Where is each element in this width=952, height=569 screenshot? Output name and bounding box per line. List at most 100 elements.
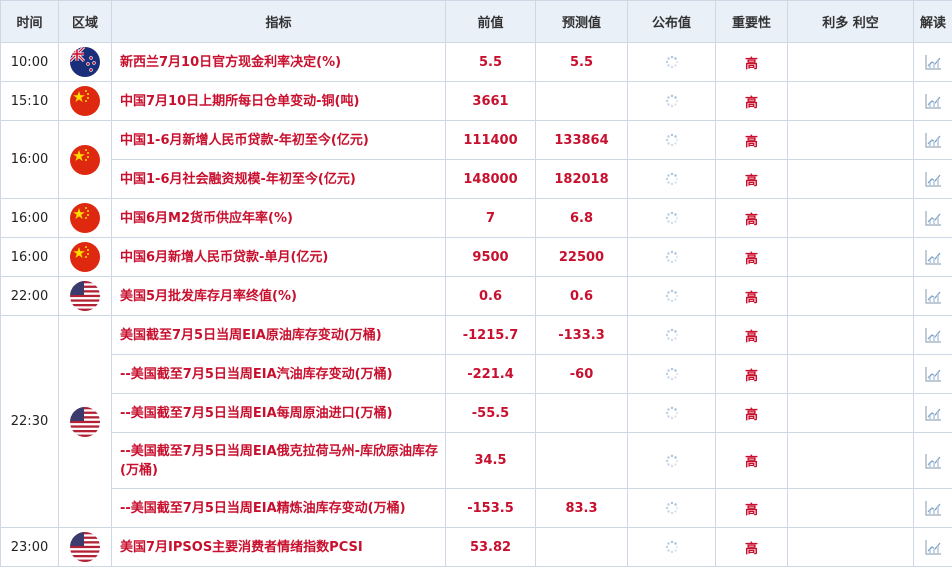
chart-analysis-icon[interactable] [924, 404, 942, 422]
chart-analysis-icon[interactable] [924, 53, 942, 71]
chart-analysis-icon[interactable] [924, 248, 942, 266]
row-actual [627, 42, 716, 82]
row-analysis[interactable] [913, 159, 952, 199]
flag-cn-icon [70, 86, 100, 116]
row-prev: 0.6 [445, 276, 536, 316]
row-bull-bear [787, 527, 914, 567]
flag-cn-icon [70, 203, 100, 233]
row-actual [627, 354, 716, 394]
loading-spinner-icon [665, 94, 679, 108]
chart-analysis-icon[interactable] [924, 92, 942, 110]
loading-spinner-icon [665, 211, 679, 225]
chart-analysis-icon[interactable] [924, 365, 942, 383]
chart-analysis-icon[interactable] [924, 452, 942, 470]
row-prev: 9500 [445, 237, 536, 277]
loading-spinner-icon [665, 250, 679, 264]
row-analysis[interactable] [913, 315, 952, 355]
row-prev: 7 [445, 198, 536, 238]
loading-spinner-icon [665, 367, 679, 381]
row-actual [627, 237, 716, 277]
header-time: 时间 [0, 0, 59, 43]
chart-analysis-icon[interactable] [924, 209, 942, 227]
row-analysis[interactable] [913, 237, 952, 277]
row-actual [627, 393, 716, 433]
row-forecast: 83.3 [535, 488, 628, 528]
row-analysis[interactable] [913, 527, 952, 567]
row-importance: 高 [715, 42, 788, 82]
row-analysis[interactable] [913, 81, 952, 121]
row-indicator: --美国截至7月5日当周EIA汽油库存变动(万桶) [111, 354, 446, 394]
row-analysis[interactable] [913, 120, 952, 160]
row-importance: 高 [715, 432, 788, 489]
flag-cn-icon [70, 144, 100, 175]
header-bull-bear: 利多 利空 [787, 0, 914, 43]
loading-spinner-icon [665, 501, 679, 515]
header-row: 时间 区域 指标 前值 预测值 公布值 重要性 利多 利空 解读 [0, 0, 952, 43]
row-bull-bear [787, 159, 914, 199]
loading-spinner-icon [665, 55, 679, 69]
row-actual [627, 159, 716, 199]
row-prev: 53.82 [445, 527, 536, 567]
row-analysis[interactable] [913, 432, 952, 489]
row-indicator: 美国5月批发库存月率终值(%) [111, 276, 446, 316]
row-bull-bear [787, 315, 914, 355]
row-prev: -221.4 [445, 354, 536, 394]
table-row: --美国截至7月5日当周EIA每周原油进口(万桶) -55.5 高 [1, 393, 952, 433]
table-row: 16:00 中国6月新增人民币贷款-单月(亿元) 9500 22500 高 [0, 237, 952, 277]
row-forecast: -133.3 [535, 315, 628, 355]
row-analysis[interactable] [913, 42, 952, 82]
header-prev: 前值 [445, 0, 536, 43]
table-row: --美国截至7月5日当周EIA精炼油库存变动(万桶) -153.5 83.3 高 [1, 488, 952, 528]
row-forecast [535, 81, 628, 121]
row-indicator: --美国截至7月5日当周EIA每周原油进口(万桶) [111, 393, 446, 433]
row-time: 16:00 [0, 237, 59, 277]
header-indicator: 指标 [111, 0, 446, 43]
row-importance: 高 [715, 237, 788, 277]
header-forecast: 预测值 [535, 0, 628, 43]
row-analysis[interactable] [913, 354, 952, 394]
row-prev: -1215.7 [445, 315, 536, 355]
row-actual [627, 432, 716, 489]
row-actual [627, 527, 716, 567]
row-importance: 高 [715, 276, 788, 316]
row-analysis[interactable] [913, 488, 952, 528]
row-analysis[interactable] [913, 393, 952, 433]
row-bull-bear [787, 120, 914, 160]
row-importance: 高 [715, 120, 788, 160]
row-indicator: 中国6月新增人民币贷款-单月(亿元) [111, 237, 446, 277]
flag-us-icon [70, 281, 100, 311]
loading-spinner-icon [665, 172, 679, 186]
row-indicator: 中国1-6月社会融资规模-年初至今(亿元) [111, 159, 446, 199]
row-region [58, 198, 112, 238]
table-row: 22:30 美国截至7月5日当周EIA原油库存变动(万桶) -1215.7 -133… [0, 315, 952, 528]
loading-spinner-icon [665, 540, 679, 554]
loading-spinner-icon [665, 328, 679, 342]
table-row: 23:00 美国7月IPSOS主要消费者情绪指数PCSI 53.82 高 [0, 527, 952, 567]
row-prev: -55.5 [445, 393, 536, 433]
row-forecast: 6.8 [535, 198, 628, 238]
row-bull-bear [787, 237, 914, 277]
row-prev: 3661 [445, 81, 536, 121]
row-analysis[interactable] [913, 198, 952, 238]
table-row: --美国截至7月5日当周EIA俄克拉荷马州-库欣原油库存(万桶) 34.5 高 [1, 432, 952, 489]
row-forecast: -60 [535, 354, 628, 394]
row-indicator: 中国6月M2货币供应年率(%) [111, 198, 446, 238]
chart-analysis-icon[interactable] [924, 170, 942, 188]
row-importance: 高 [715, 527, 788, 567]
chart-analysis-icon[interactable] [924, 499, 942, 517]
chart-analysis-icon[interactable] [924, 538, 942, 556]
economic-calendar-table: 时间 区域 指标 前值 预测值 公布值 重要性 利多 利空 解读 10:00 新… [0, 0, 952, 567]
chart-analysis-icon[interactable] [924, 326, 942, 344]
row-forecast: 133864 [535, 120, 628, 160]
row-time: 23:00 [0, 527, 59, 567]
row-indicator: 中国1-6月新增人民币贷款-年初至今(亿元) [111, 120, 446, 160]
row-forecast [535, 432, 628, 489]
chart-analysis-icon[interactable] [924, 287, 942, 305]
row-forecast: 22500 [535, 237, 628, 277]
chart-analysis-icon[interactable] [924, 131, 942, 149]
row-actual [627, 276, 716, 316]
loading-spinner-icon [665, 406, 679, 420]
row-time: 22:30 [0, 315, 59, 528]
row-importance: 高 [715, 354, 788, 394]
row-analysis[interactable] [913, 276, 952, 316]
